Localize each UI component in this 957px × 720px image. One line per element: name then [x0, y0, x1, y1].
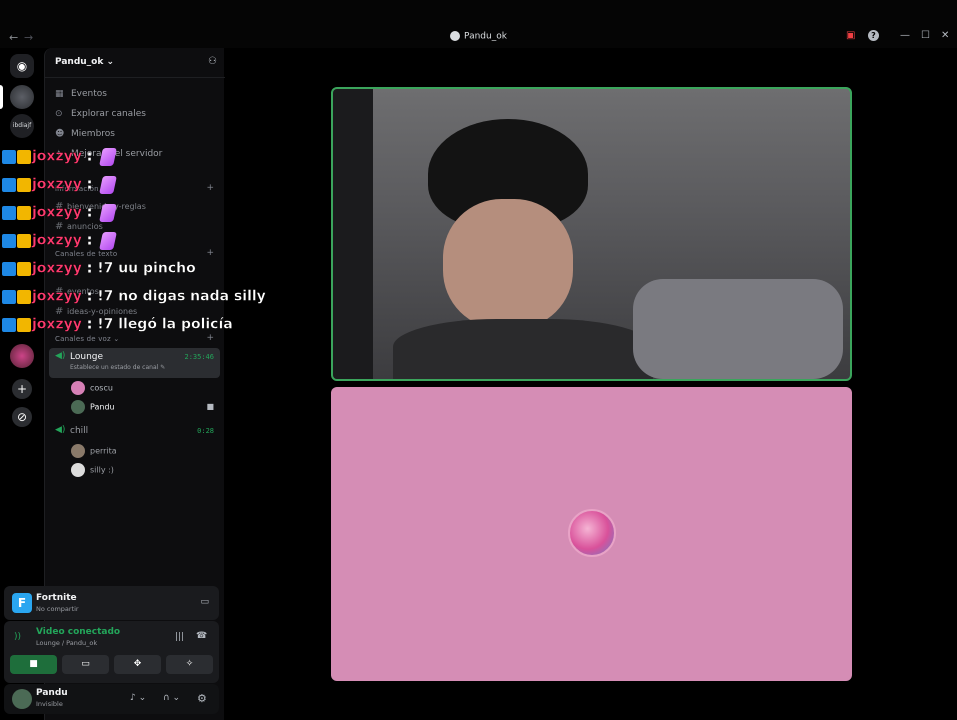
voice-user-perrita[interactable]: perrita [71, 444, 117, 458]
voice-channel-lounge[interactable]: ◀) Lounge 2:35:46 Establece un estado de… [49, 348, 220, 378]
server-icon [450, 31, 461, 41]
server-icon-3[interactable] [10, 344, 34, 368]
screen-share-button[interactable]: ▭ [62, 655, 109, 674]
server-icon-active[interactable] [10, 85, 34, 109]
video-tile-camera[interactable] [331, 87, 852, 381]
activity-button[interactable]: ✥ [114, 655, 161, 674]
voice-user-coscu[interactable]: coscu [71, 381, 113, 395]
voice-user-silly[interactable]: silly :) [71, 463, 114, 477]
headphones-icon[interactable]: ∩ ⌄ [163, 693, 180, 703]
soundboard-button[interactable]: ✧ [166, 655, 213, 674]
add-channel-icon[interactable]: + [206, 183, 214, 193]
shirt-shape [393, 319, 653, 379]
voice-channel-chill[interactable]: chill [70, 426, 88, 436]
help-icon[interactable]: ? [868, 30, 879, 41]
user-name: Pandu [36, 688, 68, 698]
voice-channel-name: Lounge [70, 352, 104, 362]
activity-sub: No compartir [36, 605, 79, 613]
chat-message: joxzyy : !7 uu pincho [2, 258, 196, 280]
chair-shape [333, 89, 373, 379]
calendar-icon: ▦ [55, 89, 64, 99]
minimize-button[interactable]: — [900, 30, 910, 41]
user-avatar-large [568, 509, 616, 557]
voice-action-row: ■ ▭ ✥ ✧ [10, 655, 213, 675]
selected-server-pill [0, 85, 3, 109]
settings-gear-icon[interactable]: ⚙ [197, 692, 207, 705]
channel-status-prompt[interactable]: Establece un estado de canal ✎ [70, 364, 165, 371]
chat-message: joxzyy : !7 llegó la policía [2, 314, 233, 336]
chat-message: joxzyy : [2, 146, 118, 168]
server-name: Pandu_ok ⌄ [55, 57, 115, 67]
stream-game-icon[interactable]: ▭ [200, 597, 209, 607]
avatar [71, 444, 85, 458]
camera-icon: ■ [206, 402, 214, 411]
avatar [71, 463, 85, 477]
video-button[interactable]: ■ [10, 655, 57, 674]
chat-message: joxzyy : !7 no digas nada silly [2, 286, 266, 308]
voice-connection-panel: )) Video conectado Lounge / Pandu_ok |||… [4, 621, 219, 683]
close-button[interactable]: ✕ [941, 30, 949, 41]
disconnect-icon[interactable]: ☎ [196, 631, 207, 641]
bed-shape [633, 279, 843, 379]
video-tile-avatar[interactable] [331, 387, 852, 681]
emote-icon [99, 175, 118, 194]
activity-game: Fortnite [36, 593, 77, 603]
microphone-icon[interactable]: ♪ ⌄ [130, 693, 146, 703]
emote-icon [99, 147, 118, 166]
voice-timer: 2:35:46 [184, 353, 214, 361]
user-status: Invisible [36, 700, 63, 708]
connection-location: Lounge / Pandu_ok [36, 639, 98, 647]
server-header[interactable]: Pandu_ok ⌄ ⚇ [45, 48, 225, 78]
chat-message: joxzyy : [2, 202, 118, 224]
nav-members[interactable]: ☻ Miembros [55, 129, 115, 139]
inbox-icon[interactable]: ▣ [846, 30, 855, 41]
connection-status[interactable]: Video conectado [36, 627, 120, 637]
emote-icon [99, 231, 118, 250]
avatar[interactable] [12, 689, 32, 709]
chat-message: joxzyy : [2, 174, 118, 196]
activity-panel: F Fortnite No compartir ▭ [4, 586, 219, 620]
invite-people-icon[interactable]: ⚇ [208, 56, 217, 67]
face-shape [443, 199, 573, 329]
window-title: Pandu_ok [0, 31, 957, 42]
voice-timer: 0:28 [197, 427, 214, 435]
server-icon-ibdiajf[interactable]: ibdiajf [10, 114, 34, 138]
emote-icon [99, 203, 118, 222]
user-panel: Pandu Invisible ♪ ⌄ ∩ ⌄ ⚙ [4, 684, 219, 714]
maximize-button[interactable]: ☐ [921, 30, 930, 41]
chat-message: joxzyy : [2, 230, 118, 252]
members-icon: ☻ [55, 129, 65, 139]
speaker-icon: ◀) [55, 351, 66, 361]
window-title-text: Pandu_ok [464, 31, 507, 42]
fortnite-icon: F [12, 593, 32, 613]
discord-home-button[interactable]: ◉ [10, 54, 34, 78]
category-voice[interactable]: Canales de voz ⌄ [55, 335, 119, 343]
add-text-channel-icon[interactable]: + [206, 248, 214, 258]
avatar [71, 400, 85, 414]
noise-suppression-icon[interactable]: ||| [175, 632, 184, 642]
nav-explore-channels[interactable]: ⊙ Explorar canales [55, 109, 146, 119]
speaker-icon: ◀) [55, 425, 66, 435]
title-bar: ← → Pandu_ok ▣ ? — ☐ ✕ [0, 0, 957, 48]
discover-icon[interactable]: ⊘ [12, 407, 32, 427]
add-server-icon[interactable]: + [12, 379, 32, 399]
avatar [71, 381, 85, 395]
nav-events[interactable]: ▦ Eventos [55, 89, 107, 99]
explore-icon: ⊙ [55, 109, 63, 119]
signal-icon[interactable]: )) [14, 632, 21, 642]
voice-user-pandu[interactable]: Pandu [71, 400, 115, 414]
